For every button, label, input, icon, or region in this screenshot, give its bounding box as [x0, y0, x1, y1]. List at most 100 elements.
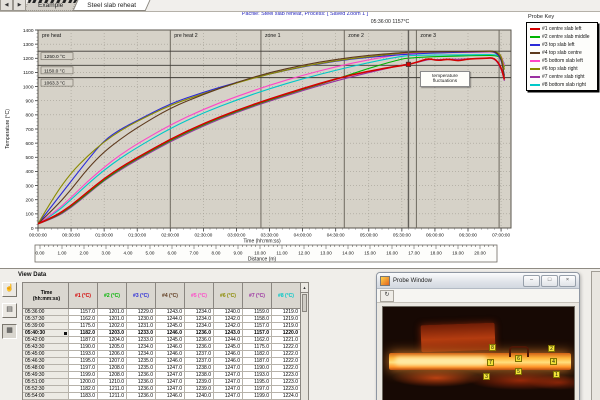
- probe-window-titlebar[interactable]: Probe Window – □ ×: [377, 273, 579, 289]
- probe-column-header[interactable]: #6 (°C): [214, 283, 243, 309]
- temperature-chart[interactable]: pre heatpre heat 2zone 1zone 2zone 31250…: [0, 0, 600, 266]
- legend-color-dash: [530, 68, 540, 70]
- legend-item-label: #7 centre slab right: [542, 74, 585, 80]
- table-row[interactable]: 05:46:301195.01207.01235.01246.01237.012…: [23, 358, 301, 365]
- legend-box: #1 centre slab left#2 centre slab middle…: [526, 22, 598, 91]
- report-view-button[interactable]: ▤: [2, 303, 17, 318]
- distance-tick-label: 17.00: [408, 251, 420, 256]
- temperature-cell: 1234.0: [185, 323, 214, 330]
- legend-item: #1 centre slab left: [530, 25, 595, 33]
- zone-label: pre heat: [42, 33, 62, 39]
- temperature-cell: 1245.0: [214, 344, 243, 351]
- sheet-tab-bar: ◀ ▶ Example Steel slab reheat: [0, 0, 600, 12]
- table-row[interactable]: 05:45:001193.01206.01234.01246.01237.012…: [23, 351, 301, 358]
- temperature-cell: 1246.0: [214, 351, 243, 358]
- temperature-cell: 1245.0: [156, 323, 185, 330]
- probe-window[interactable]: Probe Window – □ × ↻ 8 2 7 6 4 5 3 1: [376, 272, 580, 400]
- temperature-cell: 1157.0: [69, 309, 98, 316]
- tab-scroll-right-button[interactable]: ▶: [13, 0, 26, 11]
- temperature-cell: 1238.0: [185, 365, 214, 372]
- temperature-cell: 1234.0: [185, 316, 214, 323]
- temperature-cell: 1247.0: [214, 379, 243, 386]
- distance-tick-label: 7.00: [190, 251, 199, 256]
- minimize-button[interactable]: –: [523, 275, 540, 287]
- temperature-cell: 1206.0: [98, 351, 127, 358]
- close-button[interactable]: ×: [559, 275, 576, 287]
- probe-marker-8[interactable]: 8: [489, 344, 496, 351]
- legend-color-dash: [530, 52, 540, 54]
- probe-column-header[interactable]: #7 (°C): [243, 283, 272, 309]
- scroll-thumb[interactable]: [302, 294, 307, 312]
- temperature-cell: 1233.0: [127, 330, 156, 337]
- table-row[interactable]: 05:42:001187.01204.01233.01245.01236.012…: [23, 337, 301, 344]
- main-vertical-scrollbar[interactable]: [591, 271, 600, 400]
- distance-tick-label: 10.00: [254, 251, 266, 256]
- probe-marker-7[interactable]: 7: [487, 359, 494, 366]
- tab-example[interactable]: Example: [26, 0, 75, 11]
- probe-column-header[interactable]: #3 (°C): [127, 283, 156, 309]
- temperature-cell: 1220.0: [272, 330, 301, 337]
- x-tick-label: 04:00:00: [294, 233, 312, 238]
- zone-label: zone 1: [265, 33, 281, 39]
- probe-marker-2[interactable]: 2: [548, 345, 555, 352]
- y-tick-label: 1400: [23, 28, 34, 34]
- table-row[interactable]: 05:54:001183.01211.01236.01246.01240.012…: [23, 393, 301, 400]
- table-row[interactable]: 05:48:001197.01208.01235.01247.01238.012…: [23, 365, 301, 372]
- temperature-cell: 1211.0: [98, 386, 127, 393]
- refresh-button[interactable]: ↻: [380, 290, 394, 302]
- temperature-cell: 1242.0: [214, 316, 243, 323]
- y-tick-label: 1100: [23, 70, 34, 76]
- zone-label: zone 2: [348, 33, 364, 39]
- table-row[interactable]: 05:37:301162.01201.01230.01244.01234.012…: [23, 316, 301, 323]
- table-scrollbar[interactable]: ▲: [300, 282, 309, 400]
- row-time-cell: 05:54:00: [23, 393, 69, 400]
- temperature-cell: 1247.0: [214, 372, 243, 379]
- probe-marker-3[interactable]: 3: [483, 373, 490, 380]
- x-axis-title: Time (hh:mm:ss): [243, 239, 281, 245]
- legend-item: #4 top slab centre: [530, 49, 595, 57]
- table-row[interactable]: 05:40:301182.01203.01233.01246.01236.012…: [23, 330, 301, 337]
- probe-column-header[interactable]: #4 (°C): [156, 283, 185, 309]
- tab-scroll-left-button[interactable]: ◀: [0, 0, 13, 11]
- probe-marker-5[interactable]: 5: [515, 368, 522, 375]
- table-row[interactable]: 05:36:001157.01201.01229.01243.01234.012…: [23, 309, 301, 316]
- probe-column-header[interactable]: #5 (°C): [185, 283, 214, 309]
- probe-marker-1[interactable]: 1: [553, 371, 560, 378]
- time-column-header[interactable]: Time(hh:mm:ss): [23, 283, 69, 309]
- temperature-cell: 1205.0: [98, 344, 127, 351]
- furnace-photo: 8 2 7 6 4 5 3 1: [382, 306, 575, 400]
- legend-item-label: #1 centre slab left: [542, 26, 581, 32]
- table-row[interactable]: 05:51:001200.01210.01236.01247.01239.012…: [23, 379, 301, 386]
- probe-marker-6[interactable]: 6: [515, 355, 522, 362]
- temperature-cell: 1219.0: [272, 323, 301, 330]
- probe-column-header[interactable]: #2 (°C): [98, 283, 127, 309]
- scroll-up-icon[interactable]: ▲: [301, 283, 308, 293]
- probe-column-header[interactable]: #1 (°C): [69, 283, 98, 309]
- temperature-cell: 1234.0: [127, 344, 156, 351]
- maximize-button[interactable]: □: [541, 275, 558, 287]
- temperature-cell: 1203.0: [98, 330, 127, 337]
- temperature-cell: 1236.0: [185, 337, 214, 344]
- cursor-readout: 05:36:00 1157°C: [347, 19, 433, 25]
- table-row[interactable]: 05:52:301182.01211.01236.01247.01239.012…: [23, 386, 301, 393]
- table-row[interactable]: 05:49:301199.01208.01236.01247.01238.012…: [23, 372, 301, 379]
- table-view-button[interactable]: ▦: [2, 324, 17, 339]
- row-time-cell: 05:36:00: [23, 309, 69, 316]
- legend-item: #8 bottom slab right: [530, 81, 595, 89]
- pan-tool-button[interactable]: ☝: [2, 282, 17, 297]
- temperature-cell: 1187.0: [243, 358, 272, 365]
- probe-column-header[interactable]: #8 (°C): [272, 283, 301, 309]
- y-tick-label: 600: [25, 141, 33, 147]
- table-row[interactable]: 05:43:301190.01205.01234.01246.01236.012…: [23, 344, 301, 351]
- tab-steel-slab-reheat[interactable]: Steel slab reheat: [75, 0, 148, 11]
- distance-tick-label: 16.00: [386, 251, 398, 256]
- temperature-cell: 1239.0: [185, 379, 214, 386]
- temperature-cell: 1222.0: [272, 351, 301, 358]
- x-tick-label: 01:00:00: [95, 233, 113, 238]
- row-time-cell: 05:48:00: [23, 365, 69, 372]
- x-tick-label: 07:00:00: [492, 233, 510, 238]
- table-row[interactable]: 05:39:001175.01202.01231.01245.01234.012…: [23, 323, 301, 330]
- ref-line-label: 1063.3 °C: [44, 81, 66, 87]
- probe-marker-4[interactable]: 4: [550, 358, 557, 365]
- x-tick-label: 00:30:00: [62, 233, 80, 238]
